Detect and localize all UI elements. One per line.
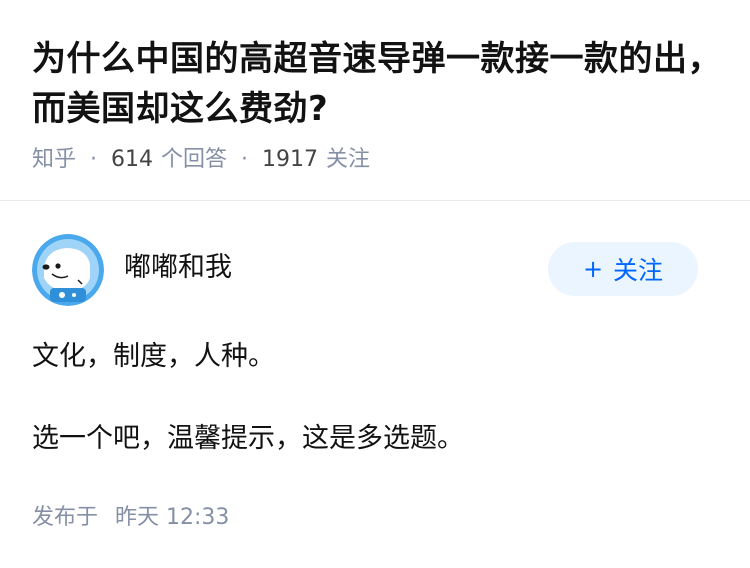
follow-button[interactable]: + 关注 (548, 242, 698, 296)
answer-count-label[interactable]: 个回答 (161, 144, 227, 176)
answer-count: 614 (111, 147, 154, 172)
follow-button-label: 关注 (613, 256, 664, 285)
answer-author: 嘟嘟和我 + 关注 (32, 234, 718, 306)
answer-paragraph: 选一个吧，温馨提示，这是多选题。 (32, 423, 464, 454)
source-label[interactable]: 知乎 (32, 144, 76, 176)
question-title[interactable]: 为什么中国的高超音速导弹一款接一款的出，而美国却这么费劲? (32, 34, 722, 134)
meta-separator: · (90, 147, 98, 172)
publish-info: 发布于 昨天 12:33 (32, 502, 229, 534)
follower-count: 1917 (262, 147, 319, 172)
meta-separator: · (241, 147, 249, 172)
avatar-image (32, 234, 104, 306)
published-label: 发布于 (32, 505, 99, 530)
answer-paragraph: 文化，制度，人种。 (32, 341, 275, 372)
question-header: 为什么中国的高超音速导弹一款接一款的出，而美国却这么费劲? 知乎 · 614 个… (32, 34, 722, 176)
author-name[interactable]: 嘟嘟和我 (124, 250, 232, 286)
avatar[interactable] (32, 234, 104, 306)
plus-icon: + (582, 255, 604, 283)
section-divider (0, 200, 750, 201)
follower-count-label[interactable]: 关注 (326, 144, 370, 176)
answer-content: 文化，制度，人种。 选一个吧，温馨提示，这是多选题。 (32, 336, 722, 460)
published-time: 昨天 12:33 (115, 505, 230, 530)
question-meta: 知乎 · 614 个回答 · 1917 关注 (32, 144, 722, 176)
